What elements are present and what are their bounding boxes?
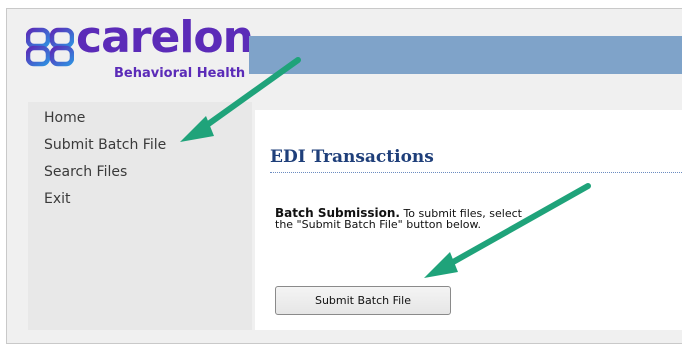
sidebar-item-home[interactable]: Home: [44, 110, 85, 126]
sidebar-nav: Home Submit Batch File Search Files Exit: [28, 102, 252, 330]
logo-wordmark: carelon.: [76, 12, 270, 63]
sidebar-item-submit-batch-file[interactable]: Submit Batch File: [44, 137, 166, 153]
batch-submission-description: Batch Submission. To submit files, selec…: [275, 207, 525, 230]
page-title: EDI Transactions: [270, 147, 434, 167]
carelon-mark-icon: [26, 27, 74, 67]
logo-brand-text: carelon: [76, 12, 254, 63]
sidebar-item-exit[interactable]: Exit: [44, 191, 71, 207]
header-spacer: [249, 74, 682, 108]
title-divider: [270, 172, 682, 173]
logo-subtitle: Behavioral Health: [114, 66, 246, 81]
main-content: EDI Transactions Batch Submission. To su…: [255, 110, 682, 330]
header-banner: [249, 36, 682, 74]
carelon-logo: carelon. Behavioral Health: [20, 12, 270, 88]
submit-batch-file-button[interactable]: Submit Batch File: [275, 286, 451, 315]
sidebar-item-search-files[interactable]: Search Files: [44, 164, 127, 180]
